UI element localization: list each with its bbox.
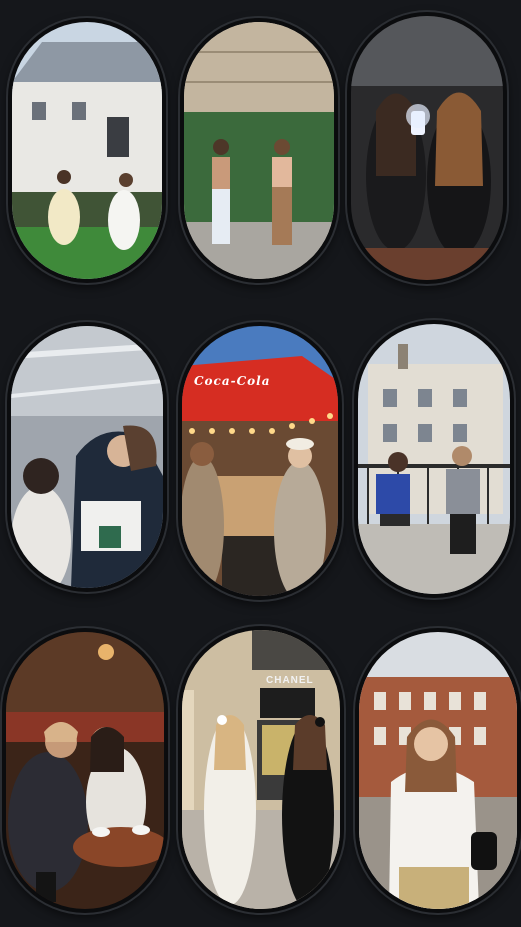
photo-frame-1[interactable] [8,18,166,283]
photo-food-stall: Coca-Cola [182,326,338,596]
photo-frame-3[interactable] [347,12,507,284]
photo-frame-2[interactable] [180,18,338,283]
photo-mirror-selfie [351,16,503,280]
photo-frame-4[interactable] [7,322,167,592]
chanel-sign: CHANEL [266,675,314,686]
photo-cafe-table [6,632,164,909]
coca-cola-sign: Coca-Cola [194,374,271,388]
photo-frame-6[interactable] [354,320,514,598]
photo-street-portrait [359,632,517,909]
photo-frame-8[interactable]: CHANEL [178,626,344,913]
photo-street-dance [184,22,334,279]
photo-frame-9[interactable] [355,628,521,913]
photo-frame-5[interactable]: Coca-Cola [178,322,342,600]
photo-elevator [11,326,163,588]
photo-balcony-cafe [358,324,510,594]
photo-lawn-dance [12,22,162,279]
photo-collage: Coca-Cola CHANEL [0,0,521,927]
photo-frame-7[interactable] [2,628,168,913]
photo-boutique-walk: CHANEL [182,630,340,909]
